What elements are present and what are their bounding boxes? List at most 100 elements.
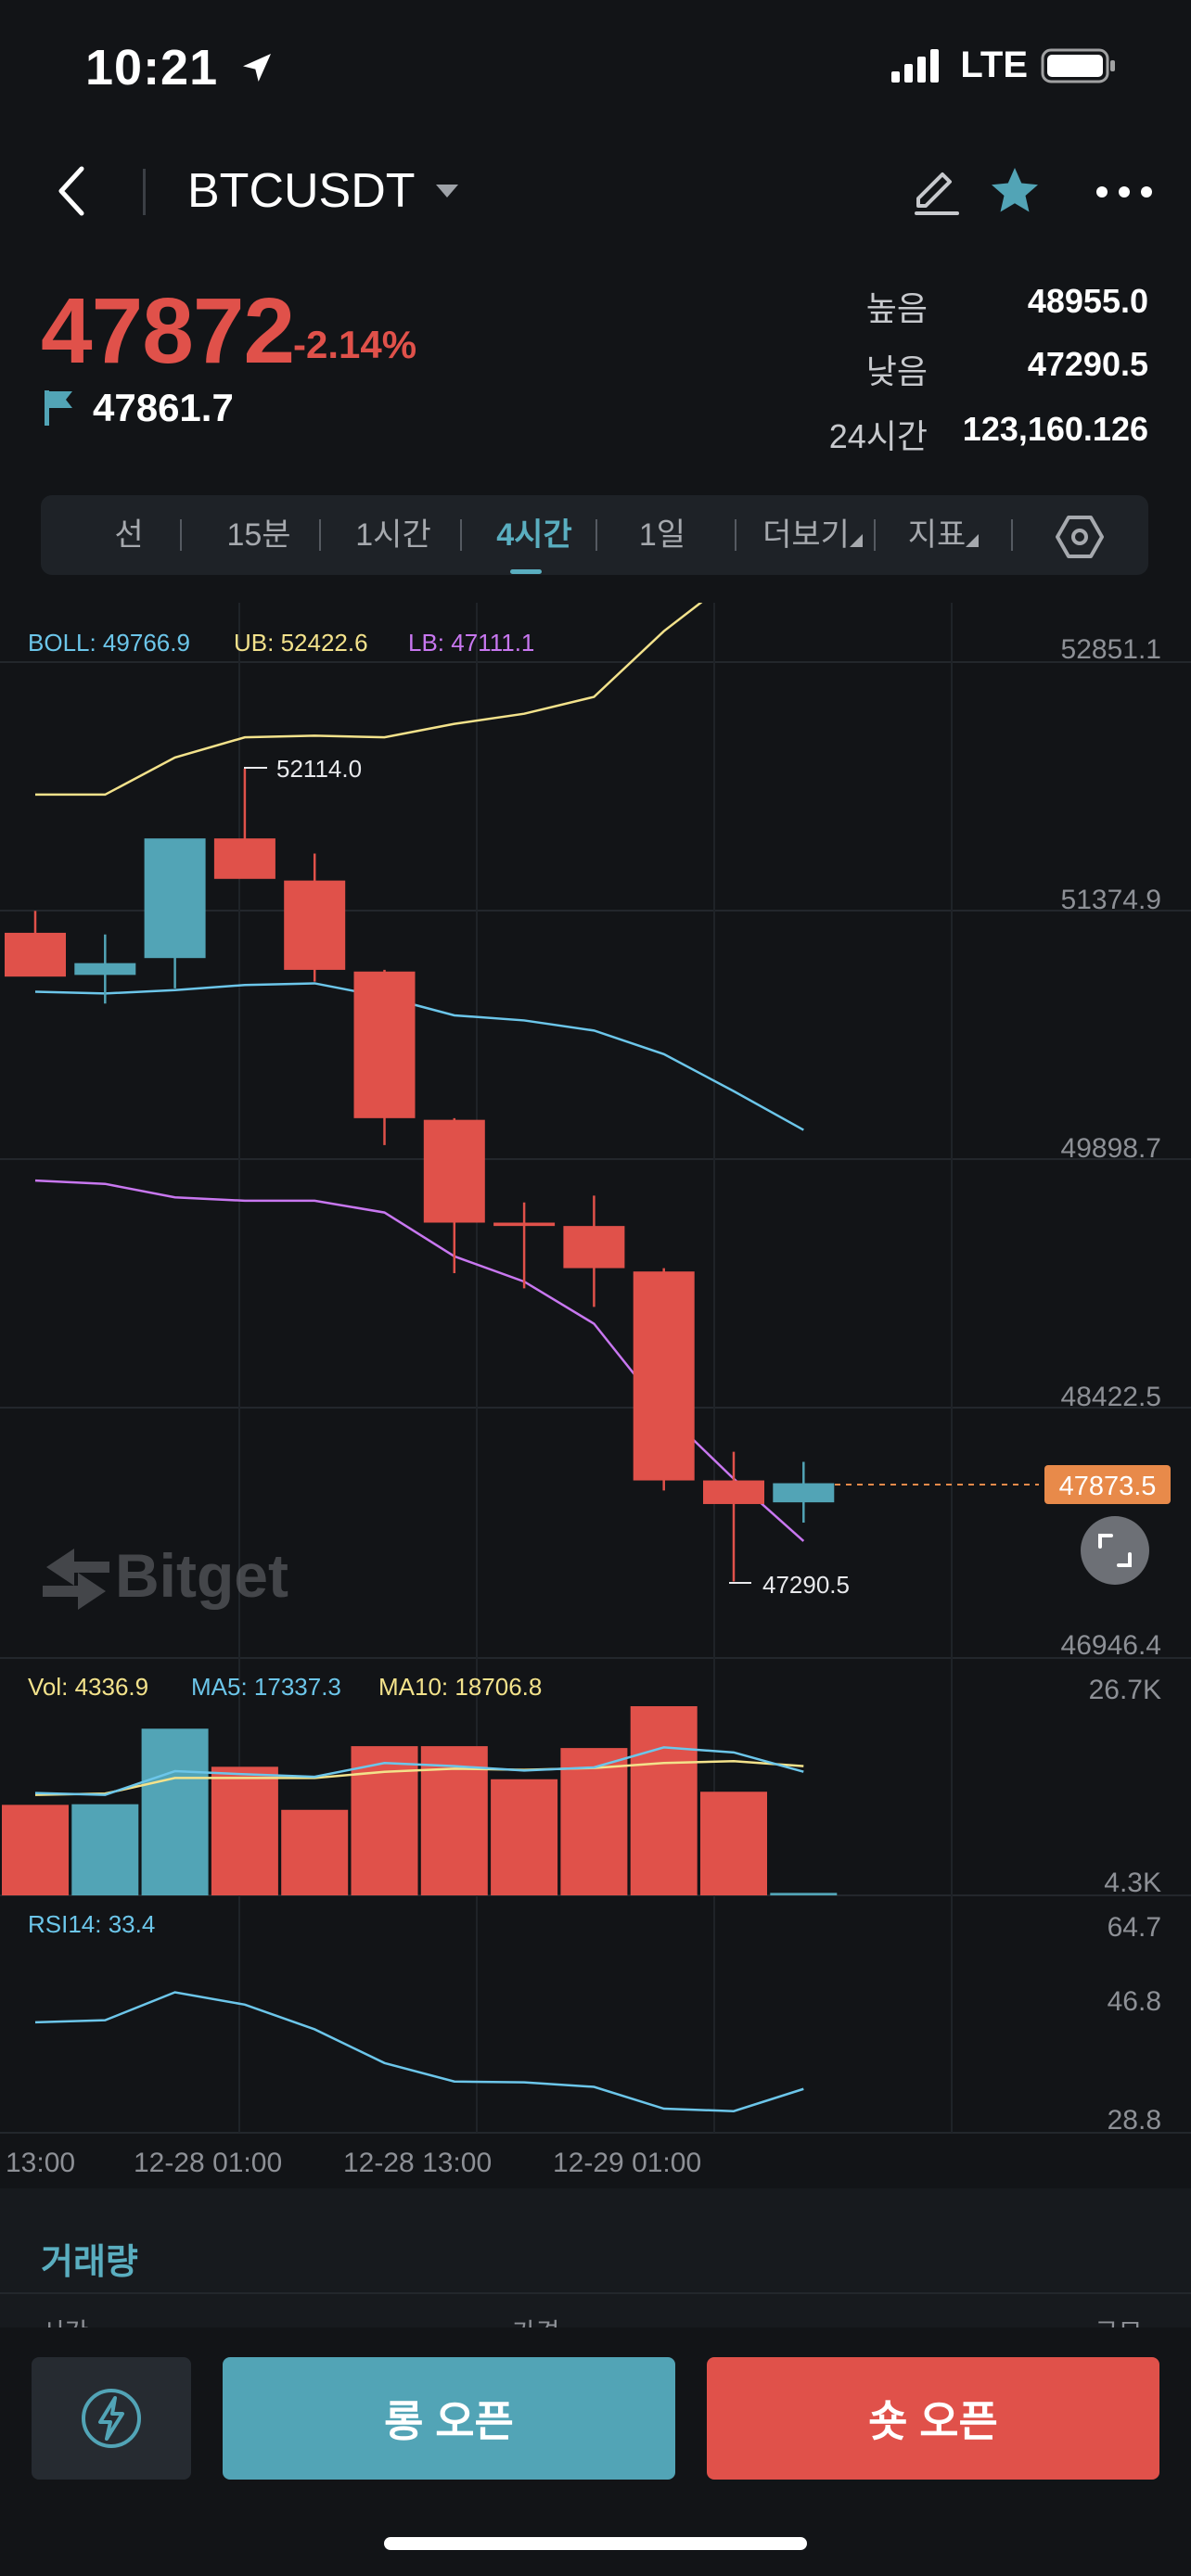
tab-more[interactable]: 더보기	[738, 495, 887, 575]
lightning-icon	[82, 2389, 141, 2448]
star-icon	[992, 168, 1038, 212]
active-tab-indicator	[510, 569, 542, 574]
volume-bar	[141, 1728, 209, 1895]
tab-separator	[596, 519, 597, 551]
status-indicators: LTE	[891, 45, 1117, 86]
location-arrow-icon	[243, 54, 272, 82]
more-button[interactable]	[1095, 176, 1154, 208]
tab-volume[interactable]: 거래량	[41, 2233, 138, 2284]
rsi-axis-label: 64.7	[1108, 1912, 1161, 1943]
time-axis-label: 12-28 13:00	[343, 2148, 492, 2178]
stat-value-24h: 123,160.126	[962, 410, 1148, 448]
price-axis-label: 51374.9	[1061, 885, 1161, 915]
price-axis-label: 48422.5	[1061, 1382, 1161, 1412]
rsi-polyline	[34, 1991, 804, 2112]
pencil-icon	[915, 172, 959, 215]
mark-price-row: 47861.7	[43, 386, 234, 430]
volume-bar	[281, 1809, 349, 1895]
price-axis-label: 52851.1	[1061, 634, 1161, 665]
open-long-button[interactable]: 롱 오픈	[223, 2357, 675, 2480]
battery-icon	[1041, 48, 1115, 83]
tab-separator	[735, 519, 736, 551]
legend-lb: LB: 47111.1	[408, 629, 534, 657]
tab-more-label: 더보기	[762, 517, 850, 553]
corner-caret-icon	[966, 534, 980, 547]
candle-body	[213, 838, 275, 879]
last-price: 47872	[41, 279, 295, 383]
volume-bar	[2, 1804, 69, 1895]
mark-price: 47861.7	[93, 386, 234, 429]
candle-body	[74, 963, 136, 976]
volume-bar	[630, 1706, 698, 1895]
volume-bars	[2, 1706, 838, 1895]
candle-body	[633, 1271, 695, 1481]
volume-bar	[560, 1748, 628, 1895]
rsi-axis-label: 28.8	[1108, 2105, 1161, 2136]
stat-value-high: 48955.0	[1027, 282, 1148, 320]
tab-line[interactable]: 선	[78, 495, 180, 575]
candle-body	[5, 932, 66, 977]
legend-boll: BOLL: 49766.9	[28, 629, 190, 657]
volume-axis-label: 26.7K	[1089, 1675, 1161, 1705]
high-label: 52114.0	[276, 755, 362, 783]
tab-separator	[1011, 519, 1013, 551]
interval-tabs: 선 15분 1시간 4시간 1일 더보기 지표	[41, 495, 1148, 575]
flag-icon	[45, 390, 72, 426]
volume-bar	[71, 1804, 139, 1895]
stat-label-24h: 24시간	[828, 417, 928, 455]
home-indicator	[384, 2537, 807, 2550]
stat-label-high: 높음	[865, 289, 928, 327]
current-price-tag: 47873.5	[1059, 1472, 1157, 1501]
volume-bar	[700, 1792, 767, 1895]
section-divider	[0, 2292, 1191, 2294]
candle-body	[353, 971, 416, 1118]
symbol-label: BTCUSDT	[187, 164, 416, 218]
caret-down-icon	[435, 185, 458, 198]
more-dots-icon	[1096, 186, 1152, 198]
time-axis-label: 12-28 01:00	[134, 2148, 282, 2178]
tab-4h[interactable]: 4시간	[469, 495, 599, 575]
watermark-text: Bitget	[115, 1541, 288, 1610]
favorite-button[interactable]	[987, 163, 1043, 219]
tab-1h[interactable]: 1시간	[328, 495, 458, 575]
legend-rsi: RSI14: 33.4	[28, 1910, 155, 1938]
tab-indicators-label: 지표	[907, 517, 967, 553]
candle-body	[423, 1119, 485, 1223]
legend-ma10: MA10: 18706.8	[378, 1673, 542, 1701]
tab-1d[interactable]: 1일	[607, 495, 718, 575]
price-chart[interactable]: Bitget BOLL: 49766.9 UB: 52422.6 LB: 471…	[0, 603, 1191, 2188]
status-time-text: 10:21	[85, 40, 219, 96]
signal-icon	[891, 48, 940, 83]
tab-separator	[180, 519, 182, 551]
corner-caret-icon	[849, 534, 863, 547]
volume-bar	[211, 1766, 278, 1895]
open-short-button[interactable]: 숏 오픈	[707, 2357, 1159, 2480]
time-axis-label: 12-29 01:00	[553, 2148, 701, 2178]
price-change: -2.14%	[293, 323, 417, 366]
settings-hexagon-icon	[1056, 516, 1104, 559]
price-axis-label: 49898.7	[1061, 1133, 1161, 1164]
stat-label-low: 낮음	[865, 352, 928, 390]
rsi-axis-label: 46.8	[1108, 1986, 1161, 2017]
back-button[interactable]	[45, 163, 100, 219]
chart-settings-button[interactable]	[1043, 495, 1117, 575]
tab-15m[interactable]: 15분	[198, 495, 319, 575]
candle-body	[144, 838, 206, 959]
tab-indicators[interactable]: 지표	[883, 495, 1004, 575]
quick-trade-button[interactable]	[32, 2357, 191, 2480]
watermark: Bitget	[43, 1541, 288, 1610]
symbol-selector[interactable]: BTCUSDT	[187, 163, 460, 219]
low-label: 47290.5	[762, 1571, 850, 1599]
volume-bar	[491, 1779, 558, 1895]
trades-section	[0, 2188, 1191, 2327]
candle-body	[703, 1480, 764, 1504]
volume-bar	[770, 1893, 838, 1895]
chart-grid	[0, 603, 1191, 2134]
edit-button[interactable]	[911, 165, 963, 217]
legend-ub: UB: 52422.6	[234, 629, 368, 657]
candle-body	[563, 1226, 625, 1269]
rsi-line	[34, 1991, 804, 2112]
chevron-left-icon	[58, 166, 84, 216]
fullscreen-button[interactable]	[1081, 1516, 1149, 1585]
legend-ma5: MA5: 17337.3	[191, 1673, 341, 1701]
